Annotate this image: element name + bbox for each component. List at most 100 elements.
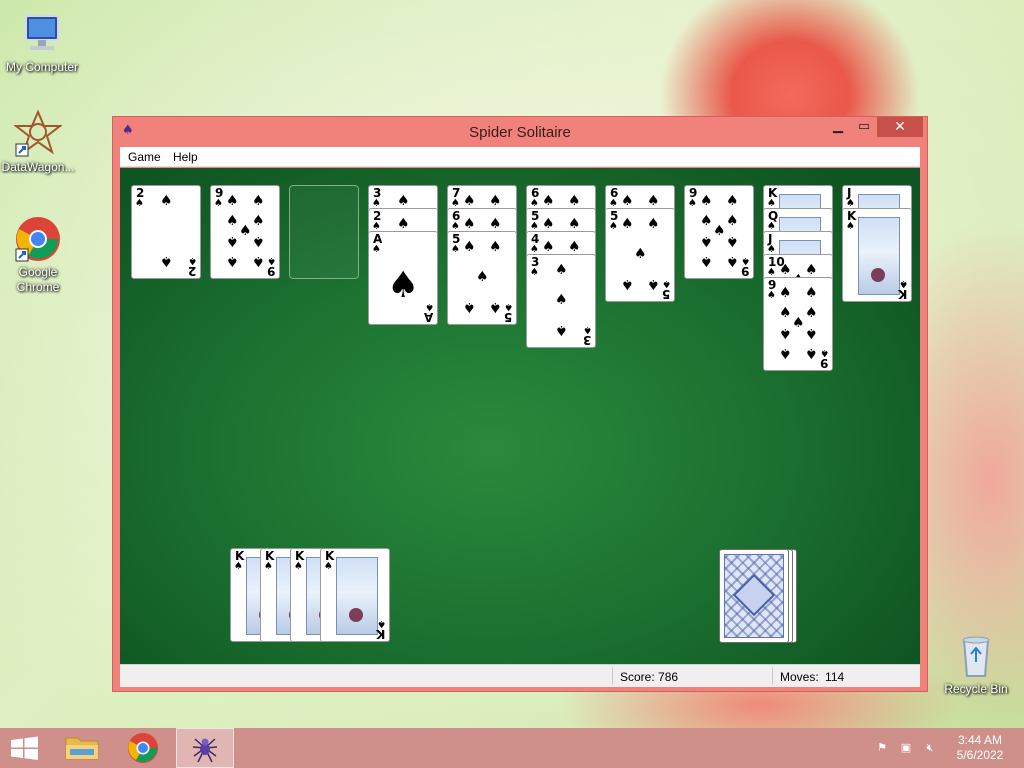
spade-icon: ♠: [214, 198, 223, 209]
spade-icon: ♠: [779, 285, 792, 301]
spade-icon: ♠: [489, 216, 502, 232]
desktop-icon-label: DataWagon...: [1, 160, 75, 174]
spade-icon: ♠: [621, 276, 634, 292]
spade-icon: ♠: [463, 216, 476, 232]
minimize-icon: ▁: [833, 119, 843, 134]
tableau-card[interactable]: K♠K♠: [842, 208, 912, 302]
tableau-card[interactable]: ♠♠2♠2♠: [131, 185, 201, 279]
status-divider: [772, 667, 773, 685]
tableau-card[interactable]: ♠ ♠ ♠ ♠ ♠ ♠ ♠ ♠ ♠ 9 ♠ 9 ♠: [210, 185, 280, 279]
maximize-icon: ▭: [857, 119, 871, 134]
taskbar: ⚑ ▣ 🔇︎ 3:44 AM 5/6/2022: [0, 728, 1024, 768]
menu-help[interactable]: Help: [173, 150, 198, 164]
spade-icon: ♠: [792, 315, 805, 331]
spade-icon: ♠: [647, 276, 660, 292]
spade-icon: ♠: [542, 239, 555, 255]
game-table[interactable]: ♠♠2♠2♠♠♠♠♠♠♠♠♠♠9♠9♠♠♠♠3♠3♠♠♠2♠2♠♠A♠A♠♠♠♠…: [120, 168, 920, 664]
spade-icon: ♠: [805, 325, 818, 341]
minimize-button[interactable]: ▁: [825, 117, 851, 137]
spade-icon: ♠: [267, 255, 276, 266]
score-display: Score: 786: [620, 670, 678, 684]
desktop-icon-label: My Computer: [5, 60, 79, 74]
tableau-card[interactable]: ♠ A ♠ A ♠: [368, 231, 438, 325]
spade-icon: ♠: [568, 239, 581, 255]
status-divider: [612, 667, 613, 685]
spade-icon: ♠: [820, 347, 829, 358]
spade-icon: ♠: [504, 301, 513, 312]
spade-icon: ♠: [377, 618, 386, 629]
system-clock[interactable]: 3:44 AM 5/6/2022: [948, 733, 1012, 763]
spade-icon: ♠: [542, 193, 555, 209]
tableau-card[interactable]: ♠♠♠3♠3♠: [526, 254, 596, 348]
spade-icon: ♠: [226, 213, 239, 229]
spade-icon: ♠: [489, 193, 502, 209]
taskbar-chrome[interactable]: [114, 728, 172, 768]
menu-bar: Game Help: [120, 147, 920, 167]
spade-icon: ♠: [555, 322, 568, 338]
spider-solitaire-window: ♠ Spider Solitaire ▁ ▭ ✕ Game Help ♠ ♠ 2 ♠ 2…: [112, 116, 928, 692]
spade-icon: ♠: [188, 255, 197, 266]
close-button[interactable]: ✕: [877, 117, 923, 137]
clock-date: 5/6/2022: [956, 748, 1004, 762]
status-bar: Score: 786 Moves: 114: [120, 664, 920, 687]
title-bar[interactable]: ♠ Spider Solitaire ▁ ▭ ✕: [113, 117, 927, 147]
spade-icon: ♠: [726, 213, 739, 229]
spade-icon: ♠: [160, 193, 173, 209]
desktop-icon-datawagon[interactable]: DataWagon...: [0, 109, 80, 175]
spade-icon: ♠: [463, 193, 476, 209]
desktop-icon-label: Google Chrome: [16, 265, 60, 294]
spade-icon: ♠: [397, 193, 410, 209]
spade-icon: ♠: [583, 324, 592, 335]
spade-icon: ♠: [489, 239, 502, 255]
folder-icon: [65, 737, 99, 760]
volume-muted-icon[interactable]: 🔇︎: [923, 741, 937, 755]
spider-icon: [192, 738, 218, 763]
empty-tableau-slot[interactable]: [289, 185, 359, 279]
tableau-card[interactable]: ♠♠♠♠♠5♠5♠: [605, 208, 675, 302]
spade-icon: ♠: [713, 223, 726, 239]
stock-pile[interactable]: [719, 549, 789, 643]
computer-icon: [18, 10, 66, 58]
completed-suit-pile: K♠K♠: [320, 548, 390, 642]
spade-icon: ♠: [568, 193, 581, 209]
spade-icon: ♠: [726, 193, 739, 209]
spade-icon: ♠: [779, 345, 792, 361]
recycle-bin-icon: [952, 632, 1000, 680]
desktop-icon-my-computer[interactable]: My Computer: [0, 10, 84, 75]
action-center-flag-icon[interactable]: ⚑: [875, 741, 889, 755]
spade-icon: ♠: [767, 290, 776, 301]
spade-icon: ♠: [252, 233, 265, 249]
clock-time: 3:44 AM: [957, 733, 1003, 747]
tableau-card[interactable]: ♠ ♠ ♠ ♠ ♠ ♠ ♠ ♠ ♠ 9 ♠ 9 ♠: [684, 185, 754, 279]
network-icon[interactable]: ▣: [899, 741, 913, 755]
moves-label: Moves:: [780, 670, 819, 684]
spade-icon: ♠: [252, 193, 265, 209]
desktop-icon-recycle-bin[interactable]: Recycle Bin: [934, 632, 1018, 697]
spade-icon: ♠: [264, 561, 273, 572]
spade-icon: ♠: [634, 246, 647, 262]
spade-icon: ♠: [805, 345, 818, 361]
taskbar-file-explorer[interactable]: [56, 728, 114, 768]
spade-icon: ♠: [555, 262, 568, 278]
start-button[interactable]: [0, 728, 58, 768]
spade-icon: ♠: [555, 292, 568, 308]
chrome-icon: [128, 733, 158, 763]
tableau-card[interactable]: ♠ ♠ ♠ ♠ ♠ ♠ ♠ ♠ ♠ 9 ♠ 9 ♠: [763, 277, 833, 371]
spade-icon: ♠: [700, 233, 713, 249]
tableau-card[interactable]: ♠♠♠♠♠5♠5♠: [447, 231, 517, 325]
score-label: Score:: [620, 670, 655, 684]
menu-game[interactable]: Game: [128, 150, 161, 164]
desktop-icon-label: Recycle Bin: [944, 682, 1008, 696]
desktop-icon-google-chrome[interactable]: Google Chrome: [0, 215, 80, 295]
spade-icon: ♠: [700, 253, 713, 269]
taskbar-spider-solitaire[interactable]: [176, 728, 234, 768]
maximize-button[interactable]: ▭: [851, 117, 877, 137]
spade-icon: ♠: [805, 285, 818, 301]
spade-icon: ♠: [451, 244, 460, 255]
spade-icon: ♠: [741, 255, 750, 266]
spade-icon: ♠: [160, 253, 173, 269]
spade-icon: ♠: [700, 193, 713, 209]
spade-icon: ♠: [779, 305, 792, 321]
spade-icon: ♠: [662, 278, 671, 289]
spade-icon: ♠: [425, 301, 434, 312]
